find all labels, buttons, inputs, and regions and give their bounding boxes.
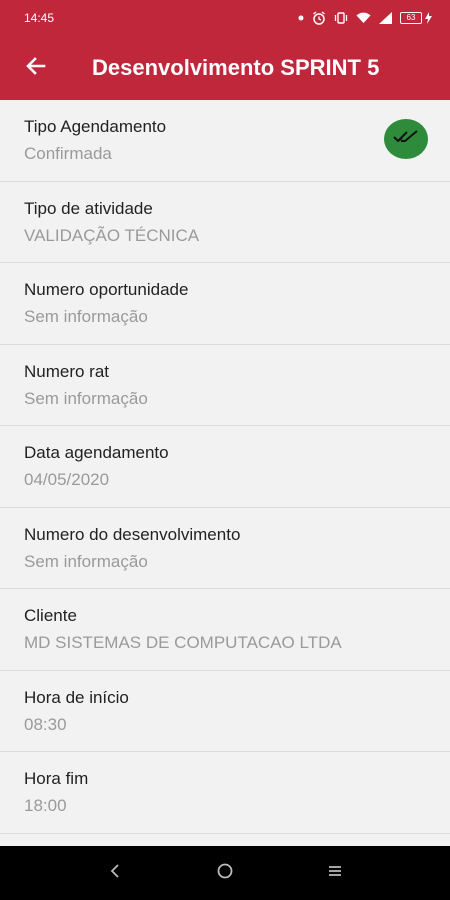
nav-menu-button[interactable] [315,853,355,893]
field-label: Hora fim [24,769,89,788]
signal-icon [379,12,392,24]
field-value: MD SISTEMAS DE COMPUTACAO LTDA [24,633,342,652]
field-value: VALIDAÇÃO TÉCNICA [24,225,200,245]
status-bar: 14:45 63 [0,0,450,36]
page-title: Desenvolvimento SPRINT 5 [92,55,380,80]
field-label: Tipo Agendamento [24,117,167,136]
status-time: 14:45 [24,11,55,25]
charging-icon [425,12,432,24]
vibrate-icon [334,11,348,25]
alarm-icon [312,11,326,25]
system-nav-bar [0,846,450,900]
field-value: Sem informação [24,551,148,571]
back-button[interactable] [0,36,72,100]
field-numero-oportunidade: Numero oportunidade Sem informação [0,263,450,345]
details-list: Tipo Agendamento Confirmada Tipo de ativ… [0,100,450,834]
circle-home-icon [216,862,234,885]
battery-level: 63 [400,12,422,24]
arrow-left-icon [24,54,48,83]
field-value: 08:30 [24,714,67,734]
field-value: Sem informação [24,388,148,408]
nav-back-button[interactable] [95,853,135,893]
field-label: Numero oportunidade [24,280,189,299]
field-data-agendamento: Data agendamento 04/05/2020 [0,426,450,508]
field-tipo-agendamento: Tipo Agendamento Confirmada [0,100,450,182]
field-value: 18:00 [24,796,67,815]
field-cliente: Cliente MD SISTEMAS DE COMPUTACAO LTDA [0,589,450,671]
nav-home-button[interactable] [205,853,245,893]
field-label: Cliente [24,606,77,625]
app-bar: Desenvolvimento SPRINT 5 [0,36,450,100]
field-value: Confirmada [24,144,112,163]
menu-lines-icon [327,864,343,883]
notification-dot-icon [298,15,304,21]
confirmed-badge [384,119,428,159]
field-label: Hora de início [24,687,129,707]
battery-indicator: 63 [400,12,432,24]
field-numero-rat: Numero rat Sem informação [0,344,450,426]
field-label: Tipo de atividade [24,198,153,218]
wifi-icon [356,12,371,24]
chevron-left-icon [109,863,121,884]
field-label: Numero rat [24,361,110,381]
double-check-icon [393,129,419,150]
field-label: Data agendamento [24,443,169,462]
field-hora-fim: Hora fim 18:00 [0,752,450,834]
field-hora-inicio: Hora de início 08:30 [0,670,450,752]
field-value: Sem informação [24,307,148,326]
status-icons: 63 [298,11,432,25]
field-tipo-atividade: Tipo de atividade VALIDAÇÃO TÉCNICA [0,181,450,263]
field-value: 04/05/2020 [24,470,110,489]
field-label: Numero do desenvolvimento [24,524,241,544]
field-numero-desenvolvimento: Numero do desenvolvimento Sem informação [0,507,450,589]
